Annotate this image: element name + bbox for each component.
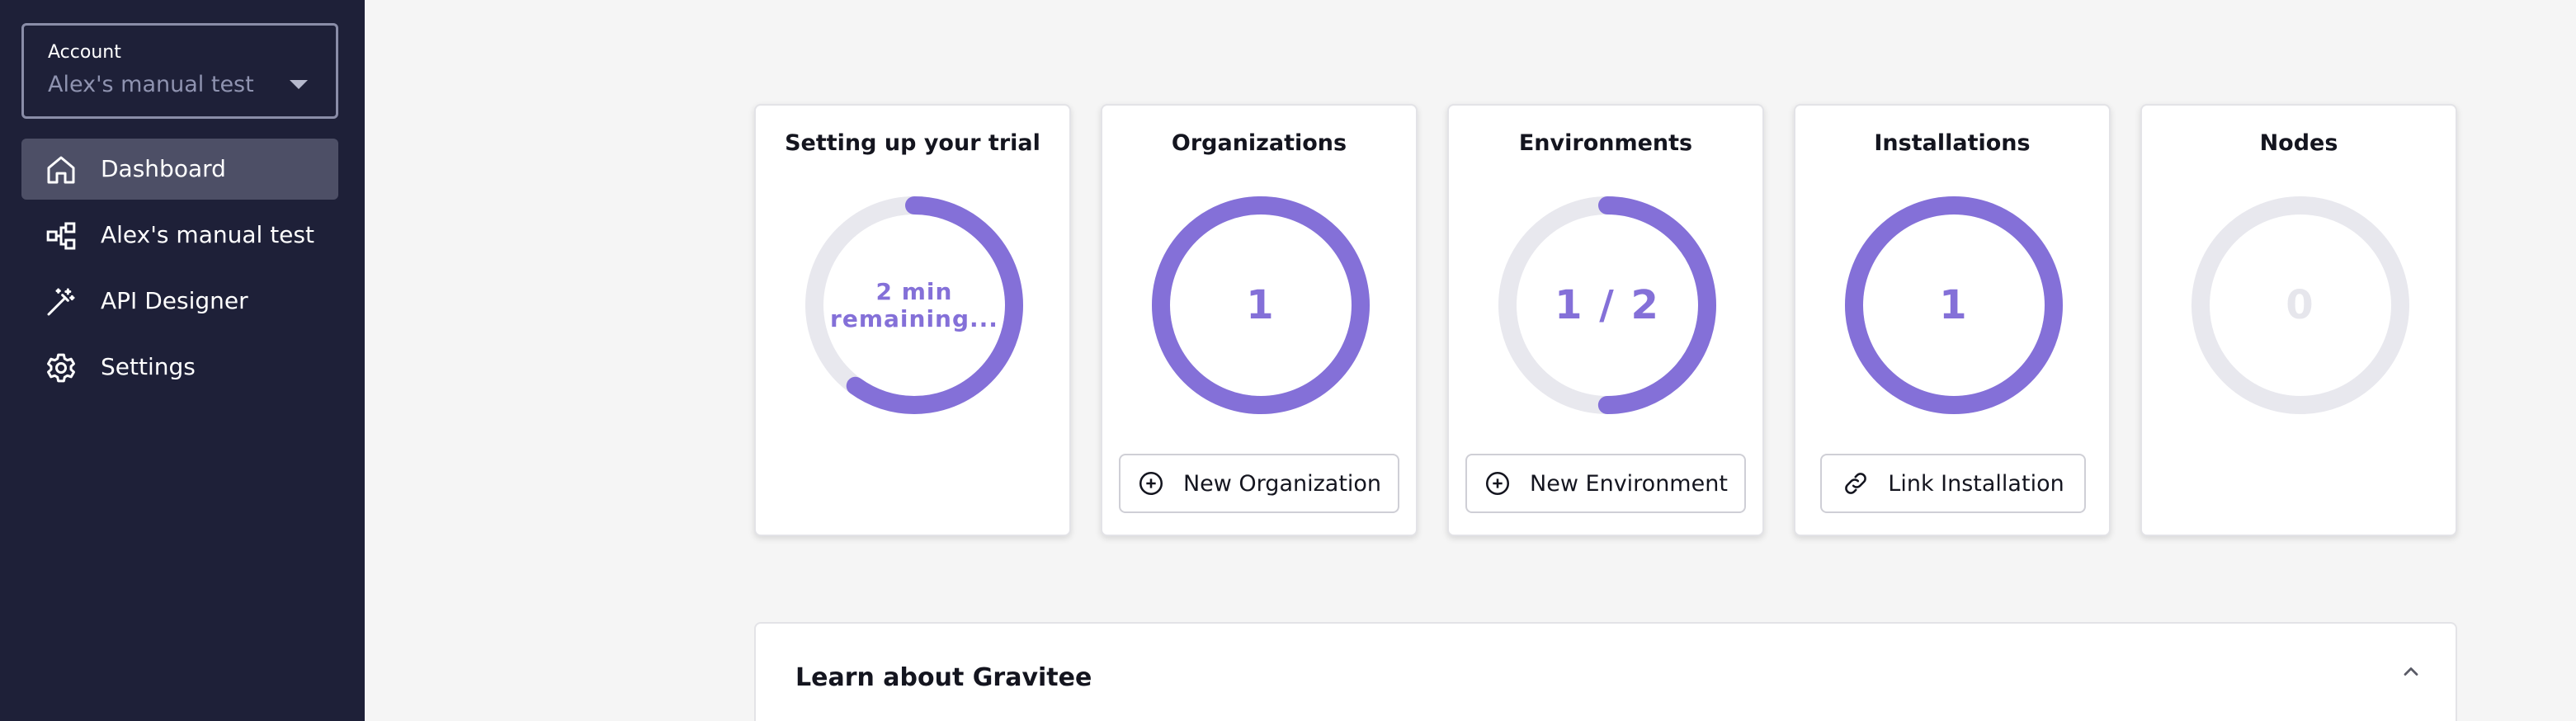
button-label: Link Installation: [1888, 470, 2064, 497]
link-installation-button[interactable]: Link Installation: [1820, 454, 2086, 513]
learn-about-gravitee-panel: Learn about Gravitee: [754, 622, 2457, 721]
card-nodes: Nodes 0: [2140, 104, 2457, 536]
link-icon: [1845, 473, 1867, 494]
card-installations: Installations 1 Link Installation: [1794, 104, 2111, 536]
magic-wand-icon: [47, 288, 75, 316]
account-value: Alex's manual test: [48, 72, 254, 97]
card-title: Nodes: [2259, 130, 2338, 156]
sidebar-item-label: Dashboard: [101, 155, 226, 182]
time-remaining-value: 2 min: [875, 278, 953, 305]
organizations-count: 1: [1246, 282, 1276, 328]
hierarchy-icon: [46, 222, 76, 250]
new-environment-button[interactable]: New Environment: [1465, 454, 1746, 513]
card-organizations: Organizations 1 New Organization: [1101, 104, 1418, 536]
card-environments: Environments 1 / 2 New Environment: [1447, 104, 1764, 536]
button-label: New Organization: [1182, 470, 1382, 497]
sidebar-item-dashboard[interactable]: Dashboard: [21, 139, 338, 200]
installations-count: 1: [1939, 282, 1969, 328]
time-remaining-suffix: remaining...: [830, 305, 998, 332]
sidebar-item-label: API Designer: [101, 287, 248, 314]
environments-count: 1 / 2: [1555, 282, 1660, 328]
learn-panel-title: Learn about Gravitee: [795, 663, 1092, 692]
trial-time-remaining: 2 min remaining...: [797, 188, 1031, 422]
sidebar-item-label: Alex's manual test: [101, 221, 314, 248]
plus-circle-icon: [1486, 471, 1510, 496]
plus-circle-icon: [1139, 471, 1163, 496]
button-label: New Environment: [1530, 470, 1728, 497]
sidebar-item-settings[interactable]: Settings: [21, 337, 338, 398]
chevron-up-icon[interactable]: [2399, 660, 2423, 683]
sidebar-item-alexs-manual-test[interactable]: Alex's manual test: [21, 205, 338, 266]
nodes-count: 0: [2286, 282, 2315, 328]
caret-down-icon: [290, 80, 308, 89]
gear-icon: [47, 353, 75, 383]
new-organization-button[interactable]: New Organization: [1119, 454, 1399, 513]
sidebar-nav: Dashboard Alex's manual test API Designe…: [21, 139, 338, 403]
account-selector[interactable]: Account Alex's manual test: [21, 23, 338, 119]
card-title: Environments: [1518, 130, 1693, 156]
card-title: Organizations: [1171, 130, 1347, 156]
sidebar-item-api-designer[interactable]: API Designer: [21, 271, 338, 332]
card-title: Setting up your trial: [785, 130, 1040, 156]
account-label: Account: [48, 42, 121, 63]
card-trial-setup: Setting up your trial 2 min remaining...: [754, 104, 1071, 536]
home-icon: [47, 156, 75, 184]
card-title: Installations: [1874, 130, 2031, 156]
sidebar-item-label: Settings: [101, 353, 196, 380]
sidebar: Account Alex's manual test Dashboard Ale…: [0, 0, 365, 721]
